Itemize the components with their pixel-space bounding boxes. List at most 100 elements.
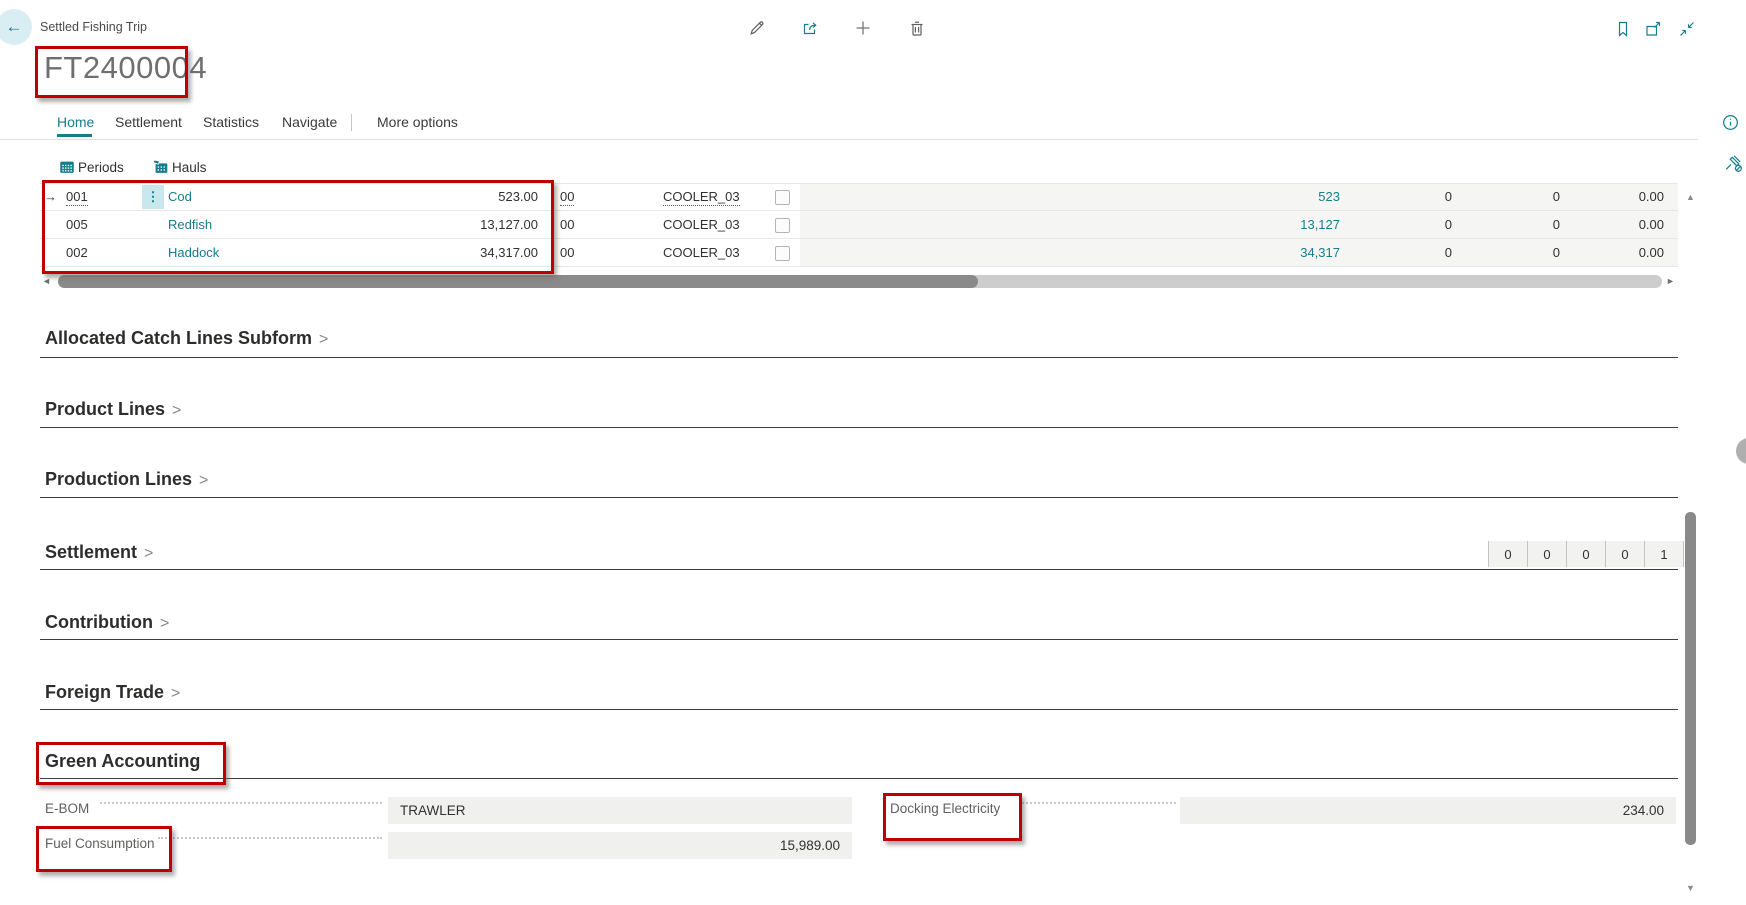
info-icon (1721, 113, 1740, 132)
quantity-link[interactable]: 523 (1190, 184, 1340, 210)
docking-electricity-label: Docking Electricity (890, 801, 1000, 816)
haul-no-cell[interactable]: 00 (560, 239, 574, 266)
tab-home[interactable]: Home (57, 114, 94, 130)
share-icon (800, 18, 820, 38)
docking-electricity-field[interactable]: 234.00 (1180, 797, 1676, 824)
chevron-right-icon: > (319, 331, 328, 348)
popout-icon (1643, 19, 1663, 39)
zero-cell[interactable]: 0 (1500, 184, 1560, 210)
hauls-icon (152, 158, 170, 176)
table-row[interactable]: 005 Redfish 13,127.00 00 COOLER_03 13,12… (0, 211, 1746, 238)
row-checkbox[interactable] (775, 246, 790, 261)
section-divider (40, 709, 1678, 710)
share-button[interactable] (799, 17, 821, 39)
bookmark-icon (1613, 19, 1633, 39)
section-settlement[interactable]: Settlement> (45, 542, 153, 563)
hauls-button-icon-wrap[interactable] (150, 156, 172, 178)
table-border-bottom (40, 266, 1678, 267)
section-production-lines[interactable]: Production Lines> (45, 469, 208, 490)
zero-cell[interactable]: 0 (1500, 211, 1560, 238)
tab-navigate[interactable]: Navigate (282, 114, 337, 130)
amount-cell[interactable]: 34,317.00 (390, 239, 538, 266)
section-allocated-catch-lines[interactable]: Allocated Catch Lines Subform> (45, 328, 328, 349)
zero-cell[interactable]: 0 (1392, 239, 1452, 266)
delete-button[interactable] (906, 17, 928, 39)
ebom-label: E-BOM (45, 801, 89, 816)
row-checkbox[interactable] (775, 218, 790, 233)
container-cell[interactable]: COOLER_03 (663, 239, 740, 266)
section-divider (40, 778, 1678, 779)
table-row[interactable]: 002 Haddock 34,317.00 00 COOLER_03 34,31… (0, 239, 1746, 266)
quantity-link[interactable]: 34,317 (1190, 239, 1340, 266)
value-cell[interactable]: 0.00 (1564, 184, 1664, 210)
section-divider (40, 639, 1678, 640)
periods-button-icon-wrap[interactable] (56, 156, 78, 178)
quantity-link[interactable]: 13,127 (1190, 211, 1340, 238)
tab-statistics[interactable]: Statistics (203, 114, 259, 130)
fuel-consumption-label: Fuel Consumption (45, 836, 155, 851)
tab-settlement[interactable]: Settlement (115, 114, 182, 130)
periods-button[interactable]: Periods (78, 160, 124, 175)
table-row[interactable]: → 001 ⋮ Cod 523.00 00 COOLER_03 523 0 0 … (0, 184, 1746, 210)
species-link[interactable]: Redfish (168, 211, 212, 238)
vscroll-up-arrow[interactable]: ▲ (1686, 191, 1695, 204)
bookmark-button[interactable] (1612, 18, 1634, 40)
amount-cell[interactable]: 13,127.00 (390, 211, 538, 238)
line-no-cell[interactable]: 001 (66, 184, 88, 210)
section-divider (40, 427, 1678, 428)
fuel-consumption-field[interactable]: 15,989.00 (388, 832, 852, 859)
tab-separator (351, 114, 352, 131)
value-cell[interactable]: 0.00 (1564, 239, 1664, 266)
info-button[interactable] (1719, 111, 1741, 133)
periods-calendar-icon (58, 158, 76, 176)
pin-pane-button[interactable] (1722, 152, 1744, 174)
value-cell[interactable]: 0.00 (1564, 211, 1664, 238)
vscroll-down-arrow[interactable]: ▼ (1686, 882, 1695, 895)
edge-floating-circle (1736, 438, 1746, 464)
active-tab-underline (57, 134, 92, 137)
haul-no-cell[interactable]: 00 (560, 184, 574, 210)
open-in-window-button[interactable] (1642, 18, 1664, 40)
vscroll-thumb[interactable] (1685, 512, 1696, 845)
tab-strip-divider (0, 139, 1698, 140)
summary-tile[interactable]: 0 (1566, 541, 1605, 567)
hauls-button[interactable]: Hauls (172, 160, 207, 175)
amount-cell[interactable]: 523.00 (390, 184, 538, 210)
section-divider (40, 569, 1678, 570)
current-row-arrow-icon: → (44, 184, 57, 210)
summary-tile[interactable]: 0 (1527, 541, 1566, 567)
settlement-summary-tiles: 0 0 0 0 1 (1488, 541, 1684, 567)
leader-dots (1022, 800, 1176, 804)
line-no-cell[interactable]: 005 (66, 211, 88, 238)
row-checkbox[interactable] (775, 190, 790, 205)
section-green-accounting[interactable]: Green Accounting (45, 751, 200, 772)
hscroll-thumb[interactable] (58, 275, 978, 288)
zero-cell[interactable]: 0 (1392, 184, 1452, 210)
zero-cell[interactable]: 0 (1500, 239, 1560, 266)
summary-tile[interactable]: 0 (1605, 541, 1644, 567)
ebom-field[interactable]: TRAWLER (388, 797, 852, 824)
page-title: FT2400004 (44, 50, 207, 86)
chevron-right-icon: > (199, 472, 208, 489)
back-button[interactable]: ← (0, 9, 32, 45)
hscroll-right-arrow[interactable]: ► (1666, 275, 1675, 288)
container-cell[interactable]: COOLER_03 (663, 211, 740, 238)
summary-tile[interactable]: 1 (1644, 541, 1684, 567)
ellipsis-icon: ⋮ (147, 189, 160, 204)
row-menu-button[interactable]: ⋮ (142, 185, 164, 209)
section-product-lines[interactable]: Product Lines> (45, 399, 181, 420)
summary-tile[interactable]: 0 (1488, 541, 1527, 567)
new-button[interactable] (852, 17, 874, 39)
collapse-button[interactable] (1676, 18, 1698, 40)
section-contribution[interactable]: Contribution> (45, 612, 169, 633)
edit-button[interactable] (746, 17, 768, 39)
species-link[interactable]: Haddock (168, 239, 219, 266)
more-options[interactable]: More options (377, 114, 458, 130)
section-foreign-trade[interactable]: Foreign Trade> (45, 682, 180, 703)
hscroll-left-arrow[interactable]: ◄ (42, 275, 51, 288)
container-cell[interactable]: COOLER_03 (663, 184, 740, 210)
haul-no-cell[interactable]: 00 (560, 211, 574, 238)
zero-cell[interactable]: 0 (1392, 211, 1452, 238)
species-link[interactable]: Cod (168, 184, 192, 210)
line-no-cell[interactable]: 002 (66, 239, 88, 266)
